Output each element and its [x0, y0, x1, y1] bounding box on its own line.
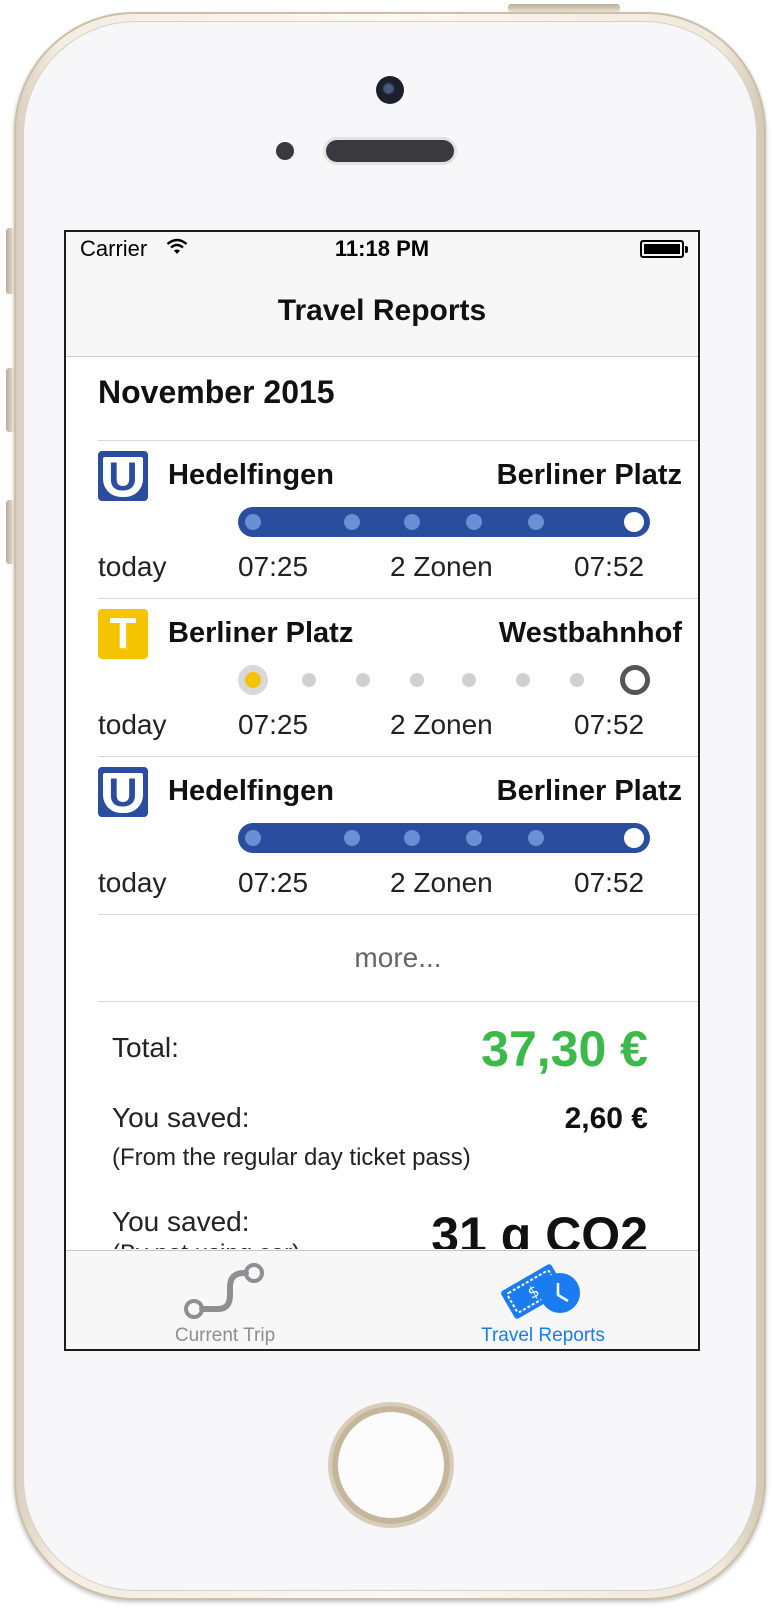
total-label: Total: [112, 1032, 179, 1063]
front-camera [376, 76, 404, 104]
trip-destination: Berliner Platz [496, 775, 682, 807]
trip-origin: Berliner Platz [168, 617, 354, 649]
trip-arrive-time: 07:52 [574, 709, 645, 740]
u-bahn-icon: U [98, 451, 148, 501]
route-line [238, 823, 650, 853]
screen: Carrier 11:18 PM Travel Reports November… [64, 230, 700, 1351]
trip-destination: Westbahnhof [498, 617, 682, 649]
earpiece-speaker [326, 140, 454, 162]
u-bahn-icon: U [98, 767, 148, 817]
home-button[interactable] [332, 1406, 450, 1524]
tab-bar: Current Trip $ Travel Reports [66, 1250, 698, 1349]
saved-money-note: (From the regular day ticket pass) [112, 1144, 471, 1171]
tab-current-trip[interactable]: Current Trip [66, 1251, 384, 1349]
route-stops [238, 665, 650, 695]
tram-icon: T [98, 609, 148, 659]
trip-zones: 2 Zonen [390, 551, 493, 582]
trip-destination: Berliner Platz [496, 459, 682, 491]
trip-depart-time: 07:25 [238, 551, 309, 582]
destination-marker [620, 665, 650, 695]
trip-day: today [98, 867, 167, 898]
destination-marker [624, 828, 644, 848]
route-line [238, 507, 650, 537]
proximity-sensor [276, 142, 294, 160]
battery-icon [640, 240, 688, 258]
navigation-bar: Carrier 11:18 PM Travel Reports [66, 232, 698, 357]
more-button[interactable]: more... [98, 914, 698, 1002]
tab-label: Travel Reports [481, 1325, 605, 1346]
route-icon [182, 1259, 268, 1326]
saved-money-label: You saved: [112, 1102, 250, 1133]
trip-origin: Hedelfingen [168, 775, 334, 807]
trip-day: today [98, 709, 167, 740]
trip-depart-time: 07:25 [238, 709, 309, 740]
trip-row[interactable]: T Berliner Platz Westbahnhof today 07:25… [98, 598, 698, 757]
trip-arrive-time: 07:52 [574, 551, 645, 582]
trip-zones: 2 Zonen [390, 709, 493, 740]
current-stop-marker [238, 665, 268, 695]
money-report-icon: $ [500, 1259, 586, 1326]
power-button [508, 4, 620, 12]
saved-money-value: 2,60 € [564, 1102, 648, 1135]
status-bar: Carrier 11:18 PM [66, 232, 698, 268]
trip-depart-time: 07:25 [238, 867, 309, 898]
tab-travel-reports[interactable]: $ Travel Reports [384, 1251, 698, 1349]
month-heading: November 2015 [98, 374, 335, 410]
report-content[interactable]: November 2015 U Hedelfingen Berliner Pla… [66, 356, 698, 1249]
clock: 11:18 PM [334, 236, 430, 261]
total-value: 37,30 € [481, 1021, 648, 1077]
mute-switch [6, 228, 14, 294]
trip-row[interactable]: U Hedelfingen Berliner Platz today 07:25… [98, 756, 698, 915]
destination-marker [624, 512, 644, 532]
saved-co2-value: 31 g CO2 [431, 1207, 648, 1249]
tab-label: Current Trip [174, 1325, 276, 1346]
trip-arrive-time: 07:52 [574, 867, 645, 898]
saved-co2-note: (By not using car) [112, 1240, 300, 1249]
volume-down-button [6, 500, 14, 564]
page-title: Travel Reports [277, 294, 487, 327]
trip-origin: Hedelfingen [168, 459, 334, 491]
trip-day: today [98, 551, 167, 582]
volume-up-button [6, 368, 14, 432]
trip-zones: 2 Zonen [390, 867, 493, 898]
trip-row[interactable]: U Hedelfingen Berliner Platz today 07:25… [98, 440, 698, 599]
saved-co2-label: You saved: [112, 1206, 250, 1237]
